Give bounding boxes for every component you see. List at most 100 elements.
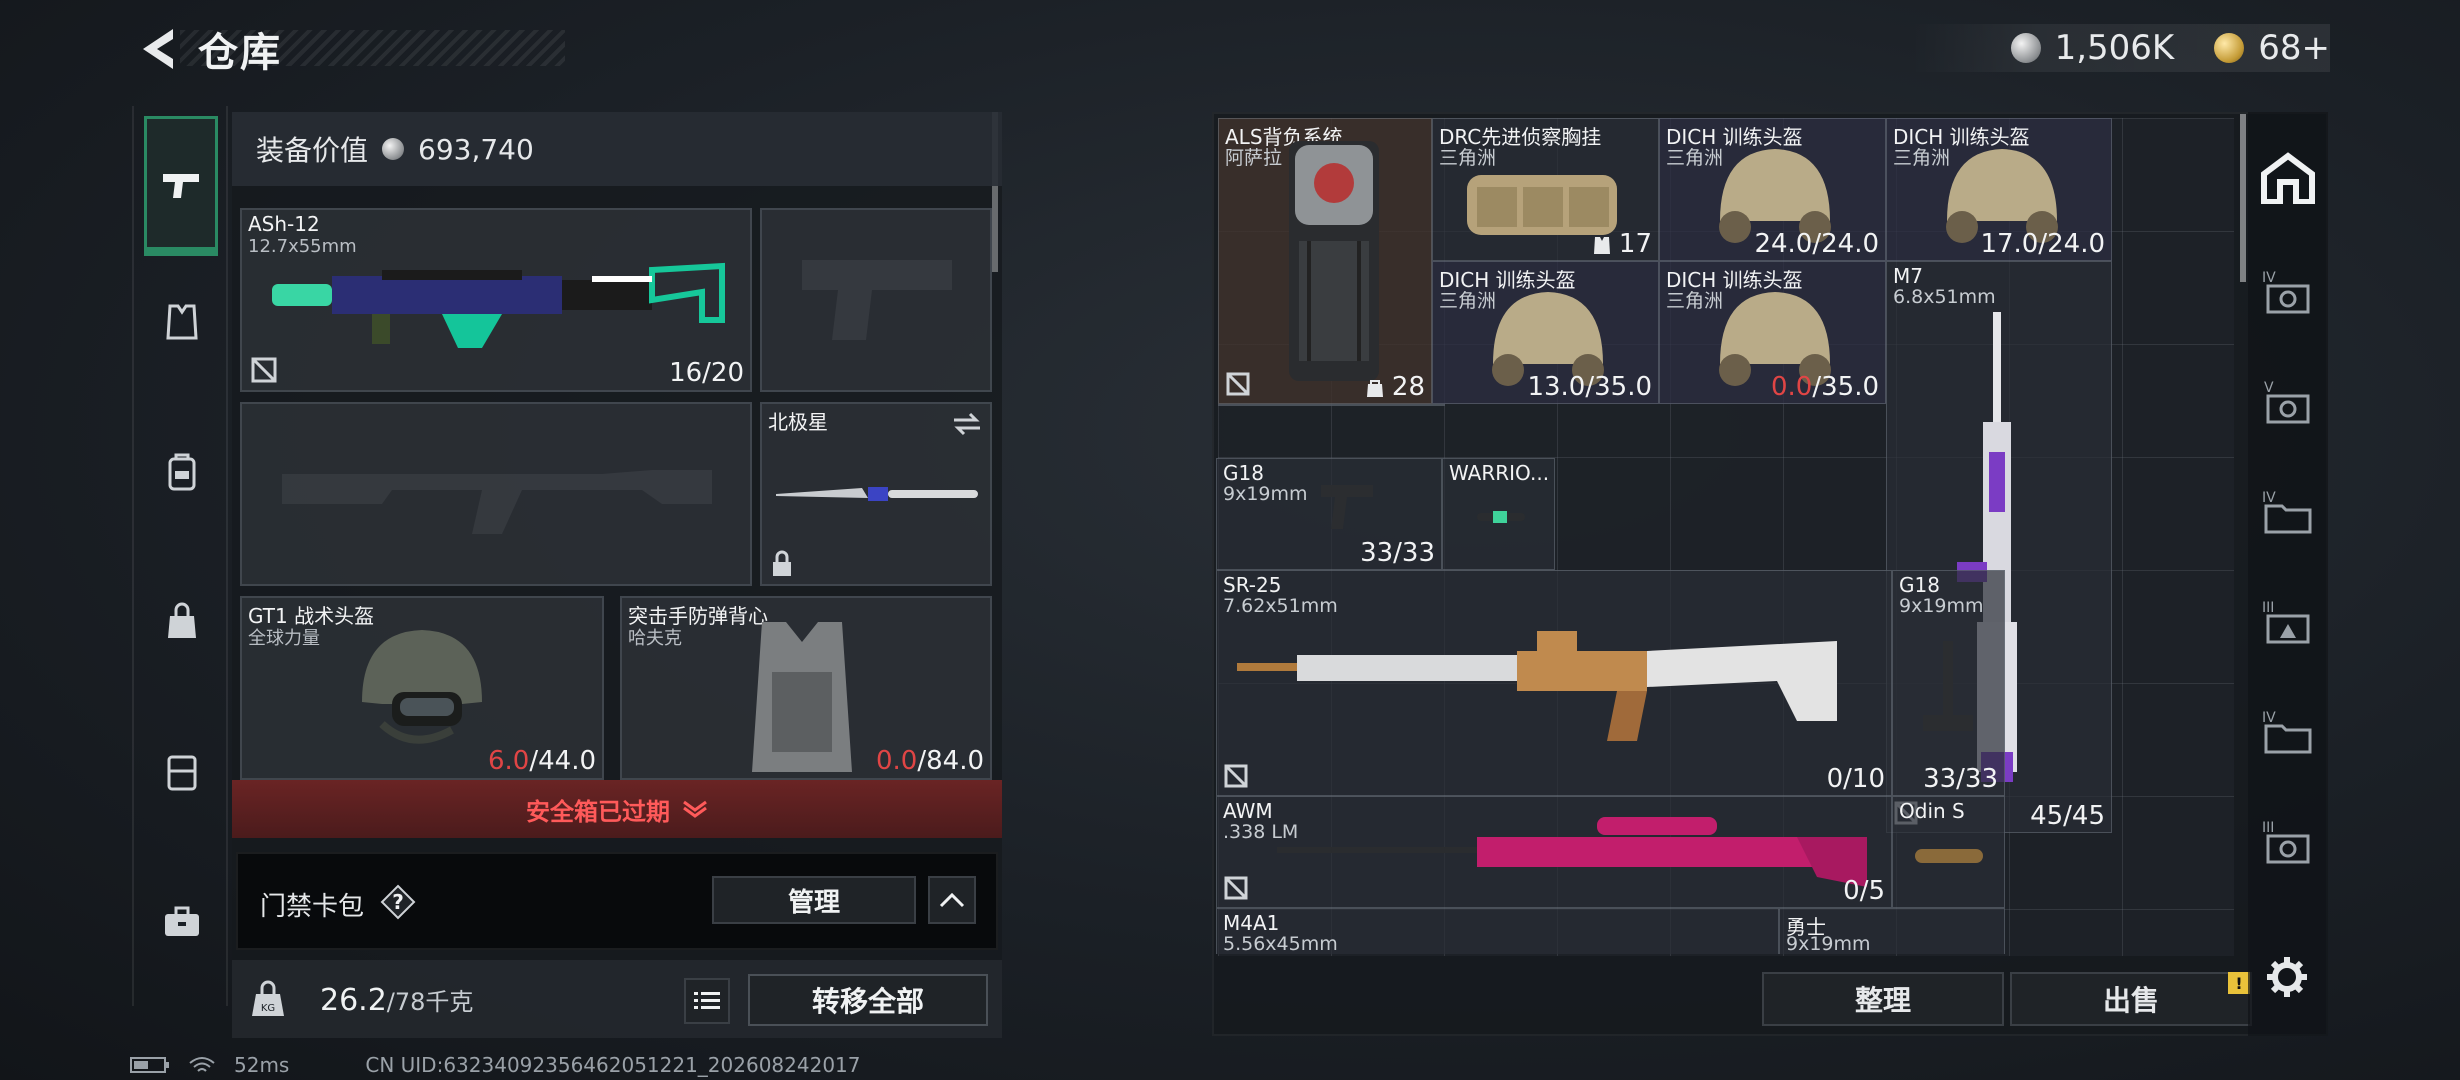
stash-item-m4a1[interactable]: M4A1 5.56x45mm (1216, 908, 1779, 954)
melee-name: 北极星 (768, 410, 828, 434)
primary-weapon-ammo: 16/20 (669, 358, 744, 388)
left-category-rail (132, 106, 228, 1006)
help-icon[interactable]: ? (380, 884, 416, 920)
list-view-button[interactable] (684, 978, 730, 1024)
gt1-helmet-image (362, 630, 482, 744)
bag-icon (168, 602, 196, 638)
item-name: Odin S (1899, 799, 1965, 823)
rail-tab-briefcase[interactable] (146, 886, 218, 958)
pistol-slot-empty[interactable] (760, 208, 992, 392)
item-caliber: 9x19mm (1899, 595, 1984, 617)
helmet-brand: 全球力量 (248, 628, 320, 649)
svg-text:III: III (2262, 820, 2274, 836)
stash-item-warrior[interactable]: WARRIO... (1442, 458, 1555, 570)
stash-item-sr25[interactable]: SR-25 7.62x51mm 0/10 (1216, 570, 1892, 796)
stash-item-warrior-pistol[interactable]: 勇士 9x19mm (1779, 908, 2005, 954)
equip-value-amount: 693,740 (418, 132, 534, 166)
armor-slot[interactable]: 突击手防弹背心 哈夫克 0.0/84.0 (620, 596, 992, 780)
sell-notification-badge: ! (2228, 972, 2250, 994)
stash-scrollbar[interactable] (2240, 114, 2246, 282)
svg-text:IV: IV (2262, 270, 2276, 286)
stash-home-icon (2261, 152, 2315, 204)
equipment-value-row: 装备价值 693,740 (232, 112, 1002, 186)
backpack-icon (168, 453, 196, 491)
item-name: G18 (1223, 461, 1264, 485)
item-ammo: 0/10 (1826, 764, 1885, 794)
stash-item-g18[interactable]: G18 9x19mm 33/33 (1892, 570, 2005, 796)
ash12-rifle-image (272, 262, 725, 348)
rail-tab-backpack[interactable] (146, 436, 218, 508)
ping-value: 52ms (234, 1053, 290, 1077)
no-insure-icon (1224, 764, 1248, 788)
silver-coin-icon (2010, 33, 2041, 63)
item-ammo: 0/5 (1843, 876, 1885, 906)
settings-button[interactable] (2260, 950, 2314, 1004)
safebox-expired-text: 安全箱已过期 (526, 797, 670, 826)
keycard-pack-row: 门禁卡包 ? 管理 (236, 852, 998, 950)
item-caliber: 9x19mm (1223, 483, 1308, 505)
rail-tab-weapons[interactable] (144, 116, 218, 256)
right-filter-rail: IV V IV III IV III (2248, 112, 2328, 1036)
locker-iii-icon: III (2262, 820, 2310, 864)
briefcase-icon (165, 906, 199, 936)
item-caliber: 9x19mm (1786, 933, 1871, 954)
gear-icon (2267, 957, 2307, 997)
stash-item-g18[interactable]: G18 9x19mm 33/33 (1216, 458, 1442, 570)
attachment-image (1477, 511, 1525, 523)
rail-tab-bag[interactable] (146, 586, 218, 658)
safebox-expired-bar[interactable]: 安全箱已过期 (232, 780, 1002, 838)
pistol-image (1923, 641, 1973, 731)
secondary-weapon-slot-empty[interactable] (240, 402, 752, 586)
pistol-silhouette-icon (802, 260, 952, 340)
keycard-pack-label: 门禁卡包 (260, 892, 365, 922)
transfer-all-button[interactable]: 转移全部 (748, 974, 988, 1026)
helmet-durability: 6.0/44.0 (487, 746, 596, 776)
sell-button[interactable]: 出售 (2010, 972, 2252, 1026)
back-button[interactable] (128, 22, 186, 76)
stash-item-odin-s[interactable]: Odin S (1892, 796, 2005, 908)
silver-currency-value: 1,506K (2054, 28, 2175, 68)
kettlebell-icon: KG (252, 980, 284, 1016)
weight-value: 26.2/78千克 (320, 983, 474, 1018)
rail-filter-iv-b[interactable]: IV (2258, 482, 2318, 542)
sort-button[interactable]: 整理 (1762, 972, 2004, 1026)
chevron-up-icon (939, 892, 965, 908)
gold-currency-value[interactable]: 68+ (2258, 28, 2330, 68)
help-glyph: ? (392, 890, 404, 914)
rail-tab-container[interactable] (146, 736, 218, 808)
rail-filter-v[interactable]: V (2258, 372, 2318, 432)
rail-tab-chest-rig[interactable] (146, 286, 218, 358)
pistol-image (1321, 485, 1373, 529)
rail-filter-stash[interactable] (2258, 148, 2318, 208)
armor-durability: 0.0/84.0 (875, 746, 984, 776)
loadout-panel: 装备价值 693,740 ASh-12 12.7x55mm 16/20 北极星 … (232, 112, 1002, 1038)
swap-icon[interactable] (952, 412, 982, 436)
item-name: G18 (1899, 573, 1940, 597)
item-ammo: 33/33 (1923, 764, 1998, 794)
armor-vest-image (752, 622, 852, 772)
svg-text:IV: IV (2262, 490, 2276, 506)
primary-weapon-slot[interactable]: ASh-12 12.7x55mm 16/20 (240, 208, 752, 392)
pistol-icon (163, 174, 199, 198)
rail-filter-iii-b[interactable]: III (2258, 812, 2318, 872)
weight-row: KG 26.2/78千克 转移全部 (232, 960, 1002, 1038)
back-arrow-icon (143, 29, 173, 69)
rail-filter-iv-a[interactable]: IV (2258, 262, 2318, 322)
status-bar: 52ms CN UID:63234092356462051221_2026082… (130, 1052, 861, 1078)
rail-filter-iv-c[interactable]: IV (2258, 702, 2318, 762)
wifi-icon (189, 1057, 215, 1072)
item-name: AWM (1223, 799, 1273, 823)
stash-item-awm[interactable]: AWM .338 LM 0/5 (1216, 796, 1892, 908)
melee-slot[interactable]: 北极星 (760, 402, 992, 586)
page-title: 仓库 (198, 30, 282, 76)
top-bar: 仓库 1,506K 68+ (0, 0, 2460, 100)
helmet-slot[interactable]: GT1 战术头盔 全球力量 6.0/44.0 (240, 596, 604, 780)
rail-filter-iii-a[interactable]: III (2258, 592, 2318, 652)
case-icon (167, 755, 197, 791)
box-iii-icon: III (2262, 600, 2310, 644)
vest-icon (166, 304, 198, 340)
manage-button[interactable]: 管理 (712, 876, 916, 924)
locker-iv-icon: IV (2262, 270, 2310, 314)
collapse-button[interactable] (928, 876, 976, 924)
armor-brand: 哈夫克 (628, 628, 682, 649)
